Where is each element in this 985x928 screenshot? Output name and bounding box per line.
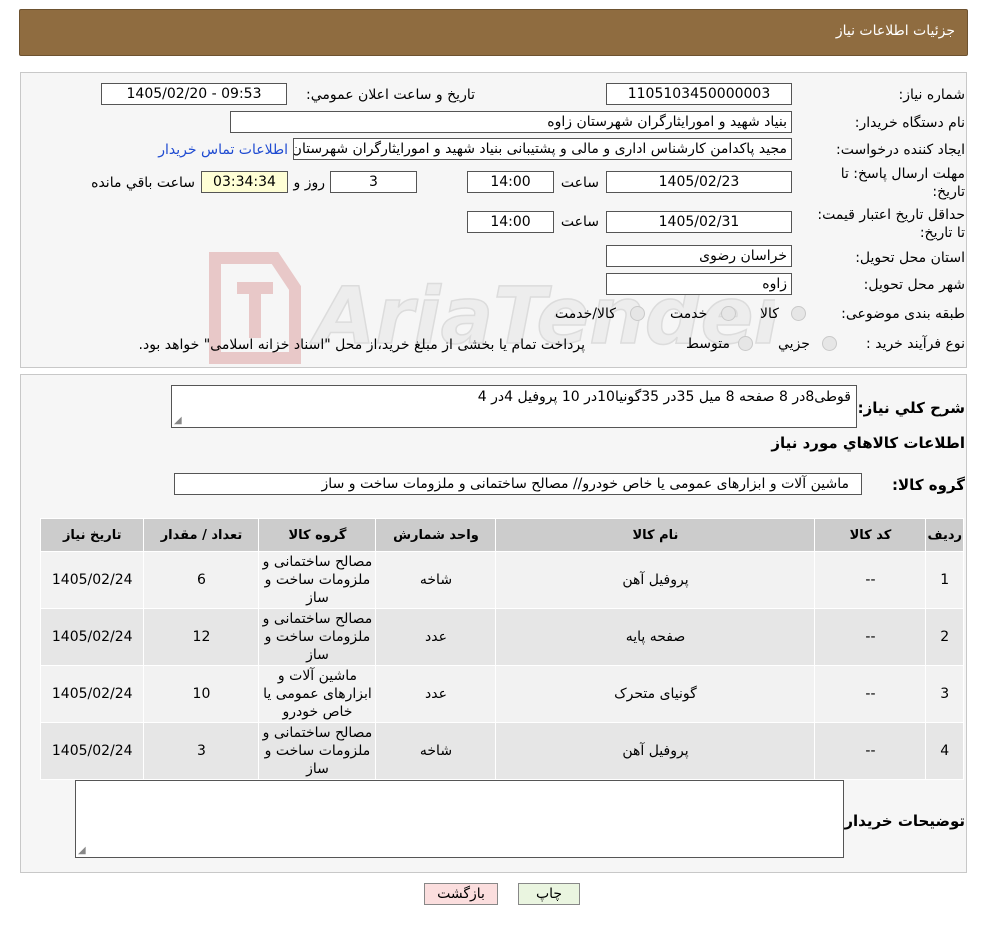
- cell-quantity: 3: [143, 722, 260, 780]
- back-button[interactable]: بازگشت: [424, 883, 498, 905]
- table-row: 4 -- پروفیل آهن شاخه مصالح ساختمانی و مل…: [39, 722, 964, 780]
- buyer-org-field: بنیاد شهید و امورایثارگران شهرستان زاوه: [230, 111, 792, 133]
- price-validity-time-label: ساعت: [560, 214, 599, 230]
- days-remaining-field: 3: [330, 171, 417, 193]
- cell-goods-code: --: [814, 722, 927, 780]
- goods-group-field: ماشین آلات و ابزارهای عمومی یا خاص خودرو…: [174, 473, 862, 495]
- cell-unit: عدد: [375, 608, 497, 666]
- page-header: جزئیات اطلاعات نیاز: [19, 9, 968, 56]
- category-service-label: خدمت: [670, 306, 708, 322]
- requester-label: ايجاد كننده درخواست:: [836, 142, 965, 158]
- cell-need-date: 1405/02/24: [39, 608, 145, 666]
- buyer-notes-field[interactable]: ◢: [75, 780, 844, 858]
- price-validity-label: حداقل تاريخ اعتبار قيمت: تا تاریخ:: [817, 207, 965, 241]
- cell-goods-group: ماشین آلات و ابزارهای عمومی یا خاص خودرو: [258, 665, 377, 723]
- col-header-unit: واحد شمارش: [375, 518, 497, 552]
- treasury-note: پرداخت تمام یا بخشی از مبلغ خرید،از محل …: [138, 337, 585, 353]
- table-header-row: رديف كد كالا نام كالا واحد شمارش گروه كا…: [39, 518, 964, 552]
- cell-goods-name: پروفیل آهن: [495, 722, 816, 780]
- cell-unit: شاخه: [375, 551, 497, 609]
- buyer-org-label: نام دستگاه خريدار:: [854, 115, 965, 131]
- cell-quantity: 12: [143, 608, 260, 666]
- process-small-radio[interactable]: [822, 336, 837, 351]
- cell-goods-code: --: [814, 551, 927, 609]
- resize-grip-icon[interactable]: ◢: [174, 416, 182, 426]
- col-header-goods-name: نام كالا: [495, 518, 816, 552]
- table-row: 1 -- پروفیل آهن شاخه مصالح ساختمانی و مل…: [39, 551, 964, 609]
- process-medium-label: متوسط: [686, 336, 730, 352]
- buyer-notes-label: توضيحات خريدار:: [838, 812, 965, 830]
- deadline-time-label: ساعت: [560, 175, 599, 191]
- description-text: قوطی8در 8 صفحه 8 میل 35در 35گونیا10در 10…: [477, 389, 851, 405]
- buyer-contact-link[interactable]: اطلاعات تماس خریدار: [158, 142, 288, 158]
- col-header-row-number: رديف: [925, 518, 964, 552]
- delivery-province-field: خراسان رضوی: [606, 245, 792, 267]
- cell-unit: عدد: [375, 665, 497, 723]
- process-type-label: نوع فرآيند خريد :: [866, 336, 965, 352]
- category-service-radio[interactable]: [721, 306, 736, 321]
- process-small-label: جزیي: [778, 336, 810, 352]
- table-row: 2 -- صفحه پایه عدد مصالح ساختمانی و ملزو…: [39, 608, 964, 666]
- cell-unit: شاخه: [375, 722, 497, 780]
- delivery-province-label: استان محل تحويل:: [855, 250, 965, 266]
- category-goods-service-label: کالا/خدمت: [555, 306, 616, 322]
- requester-field: مجید پاکدامن کارشناس اداری و مالی و پشتی…: [293, 138, 792, 160]
- print-button[interactable]: چاپ: [518, 883, 580, 905]
- cell-row-number: 4: [925, 722, 964, 780]
- description-label: شرح كلي نياز:: [857, 399, 965, 417]
- announce-datetime-label: تاریخ و ساعت اعلان عمومي:: [306, 87, 475, 103]
- category-goods-service-radio[interactable]: [630, 306, 645, 321]
- description-field[interactable]: قوطی8در 8 صفحه 8 میل 35در 35گونیا10در 10…: [171, 385, 857, 428]
- col-header-goods-group: گروه كالا: [258, 518, 377, 552]
- cell-row-number: 1: [925, 551, 964, 609]
- cell-goods-group: مصالح ساختمانی و ملزومات ساخت و ساز: [258, 551, 377, 609]
- goods-group-label: گروه كالا:: [892, 476, 965, 494]
- delivery-city-label: شهر محل تحويل:: [863, 277, 965, 293]
- remaining-time-field: 03:34:34: [201, 171, 288, 193]
- cell-goods-name: گونیای متحرک: [495, 665, 816, 723]
- price-validity-date-field: 1405/02/31: [606, 211, 792, 233]
- cell-goods-code: --: [814, 608, 927, 666]
- price-validity-time-field: 14:00: [467, 211, 554, 233]
- delivery-city-field: زاوه: [606, 273, 792, 295]
- col-header-need-date: تاريخ نياز: [39, 518, 145, 552]
- need-number-label: شماره نیاز:: [898, 87, 966, 103]
- page-title: جزئیات اطلاعات نیاز: [835, 23, 955, 39]
- deadline-time-field: 14:00: [467, 171, 554, 193]
- cell-quantity: 6: [143, 551, 260, 609]
- category-goods-label: کالا: [760, 306, 779, 322]
- cell-row-number: 2: [925, 608, 964, 666]
- resize-grip-icon[interactable]: ◢: [78, 846, 86, 856]
- cell-goods-group: مصالح ساختمانی و ملزومات ساخت و ساز: [258, 608, 377, 666]
- cell-need-date: 1405/02/24: [39, 551, 145, 609]
- category-label: طبقه بندی موضوعی:: [841, 306, 965, 322]
- cell-row-number: 3: [925, 665, 964, 723]
- col-header-quantity: تعداد / مقدار: [143, 518, 260, 552]
- goods-table: رديف كد كالا نام كالا واحد شمارش گروه كا…: [39, 518, 964, 780]
- col-header-goods-code: كد كالا: [814, 518, 927, 552]
- need-number-field: 1105103450000003: [606, 83, 792, 105]
- cell-goods-code: --: [814, 665, 927, 723]
- cell-quantity: 10: [143, 665, 260, 723]
- cell-goods-group: مصالح ساختمانی و ملزومات ساخت و ساز: [258, 722, 377, 780]
- cell-need-date: 1405/02/24: [39, 722, 145, 780]
- announce-datetime-field: 1405/02/20 - 09:53: [101, 83, 287, 105]
- table-row: 3 -- گونیای متحرک عدد ماشین آلات و ابزار…: [39, 665, 964, 723]
- days-label: روز و: [293, 175, 326, 191]
- process-medium-radio[interactable]: [738, 336, 753, 351]
- goods-section-title: اطلاعات كالاهاي مورد نياز: [771, 434, 965, 452]
- cell-need-date: 1405/02/24: [39, 665, 145, 723]
- remaining-label: ساعت باقي مانده: [91, 175, 195, 191]
- cell-goods-name: پروفیل آهن: [495, 551, 816, 609]
- category-goods-radio[interactable]: [791, 306, 806, 321]
- deadline-date-field: 1405/02/23: [606, 171, 792, 193]
- cell-goods-name: صفحه پایه: [495, 608, 816, 666]
- deadline-label: مهلت ارسال پاسخ: تا تاریخ:: [840, 166, 965, 200]
